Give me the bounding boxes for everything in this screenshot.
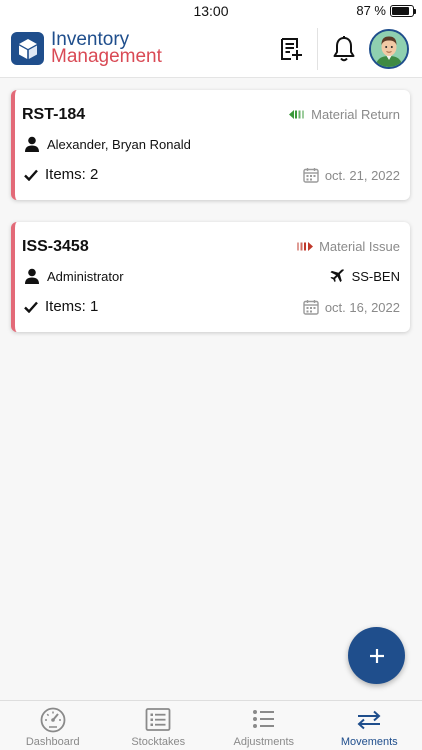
nav-label-dashboard: Dashboard [25, 736, 80, 748]
movement-date: oct. 21, 2022 [303, 167, 400, 183]
movement-items-count: Items: 2 [45, 166, 99, 183]
movement-destination-label: SS-BEN [351, 269, 400, 284]
app-logo-icon [11, 32, 44, 65]
status-time: 13:00 [193, 3, 229, 19]
app-title: Inventory Management [51, 30, 162, 67]
gauge-icon [40, 707, 66, 733]
movement-type-label: Material Issue [319, 239, 400, 254]
checkmark-icon [24, 301, 38, 313]
battery-percent: 87 % [356, 3, 386, 18]
list-box-icon [145, 708, 171, 731]
nav-item-dashboard[interactable]: Dashboard [0, 701, 106, 750]
nav-label-movements: Movements [340, 736, 398, 748]
nav-label-adjustments: Adjustments [233, 736, 295, 748]
add-movement-button[interactable] [348, 627, 405, 684]
movement-id: RST-184 [22, 106, 86, 123]
bulleted-list-icon [252, 710, 274, 728]
bell-icon [333, 36, 355, 62]
plus-icon [369, 648, 384, 663]
app-header: Inventory Management [0, 22, 422, 78]
movement-date-label: oct. 16, 2022 [324, 299, 400, 315]
nav-label-stocktakes: Stocktakes [131, 736, 186, 748]
nav-item-adjustments[interactable]: Adjustments [211, 701, 317, 750]
movement-date: oct. 16, 2022 [303, 299, 400, 315]
status-indicators: 87 % [356, 3, 416, 18]
movement-card[interactable]: RST-184 Material Return Alexander, Bryan… [11, 90, 410, 200]
person-icon [25, 136, 39, 152]
movement-type: Material Issue [297, 239, 400, 254]
bottom-nav: Dashboard Stocktakes Adjustments Movemen… [0, 700, 422, 750]
checkmark-icon [24, 169, 38, 181]
notifications-button[interactable] [329, 34, 359, 64]
movement-date-label: oct. 21, 2022 [324, 167, 400, 183]
return-arrows-icon [289, 110, 305, 119]
movement-user: Administrator [24, 268, 124, 284]
movement-user: Alexander, Bryan Ronald [24, 136, 191, 152]
movement-type-label: Material Return [311, 107, 400, 122]
movement-items: Items: 2 [24, 166, 98, 183]
issue-arrows-icon [297, 242, 314, 251]
movement-user-name: Alexander, Bryan Ronald [47, 136, 191, 152]
document-add-icon [281, 38, 302, 60]
airplane-icon [330, 269, 344, 283]
app-title-line2: Management [51, 46, 162, 67]
status-bar: 13:00 87 % [0, 0, 422, 22]
movement-card[interactable]: ISS-3458 Material Issue Administrator SS… [11, 222, 410, 332]
user-avatar[interactable] [369, 29, 409, 69]
movement-destination: SS-BEN [330, 269, 400, 284]
header-divider [317, 28, 318, 70]
movement-id: ISS-3458 [22, 238, 89, 255]
new-document-button[interactable] [276, 34, 306, 64]
movement-type: Material Return [289, 107, 400, 122]
movement-items-count: Items: 1 [45, 298, 99, 315]
calendar-icon [303, 168, 319, 183]
movement-items: Items: 1 [24, 298, 98, 315]
nav-item-movements[interactable]: Movements [317, 701, 422, 750]
calendar-icon [303, 300, 319, 315]
battery-icon [390, 4, 416, 17]
arrows-exchange-icon [357, 710, 381, 730]
nav-item-stocktakes[interactable]: Stocktakes [106, 701, 212, 750]
person-icon [25, 268, 39, 284]
movement-user-name: Administrator [47, 268, 124, 284]
